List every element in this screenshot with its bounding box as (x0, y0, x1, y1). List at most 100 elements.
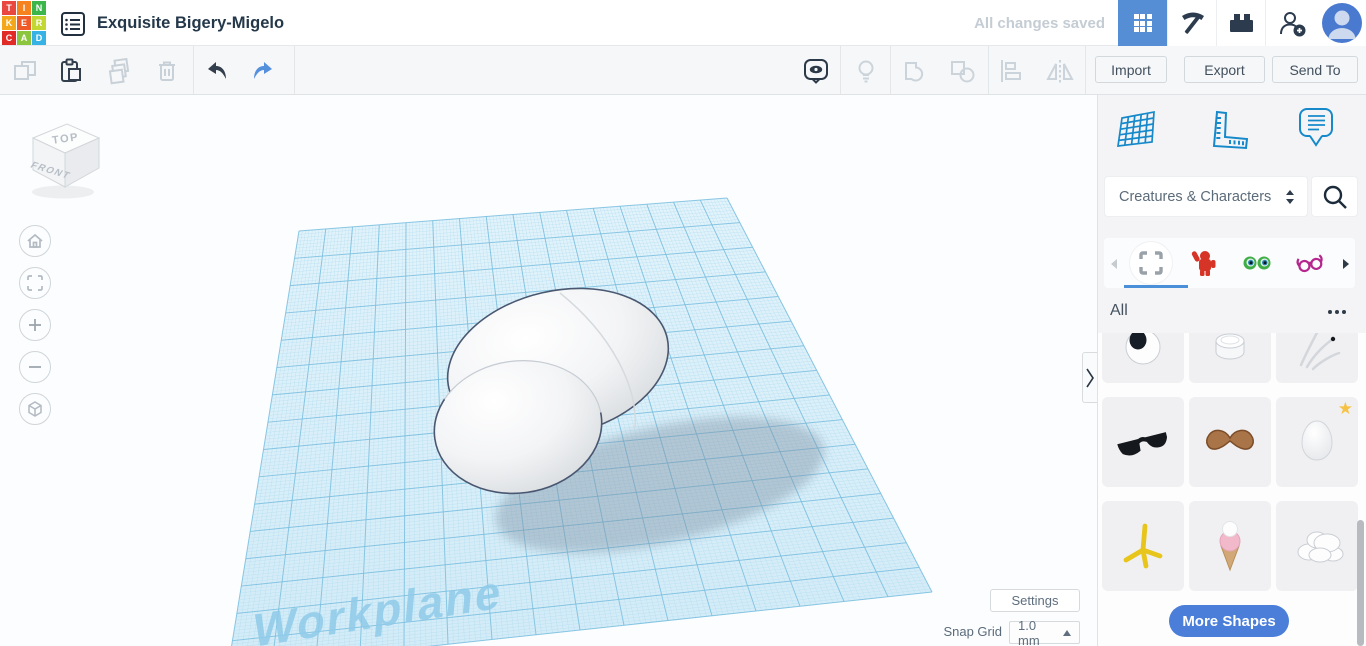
home-icon (27, 233, 43, 248)
snap-grid-select[interactable]: 1.0 mm (1009, 617, 1080, 646)
mirror-button[interactable] (1044, 56, 1074, 86)
all-shapes-icon (1139, 251, 1163, 275)
ruler-icon (1212, 110, 1249, 150)
category-carousel (1104, 238, 1355, 288)
import-button[interactable]: Import (1095, 56, 1167, 83)
shape-tile-ice-cream[interactable] (1189, 501, 1271, 591)
more-shapes-button[interactable]: More Shapes (1169, 605, 1289, 637)
undo-button[interactable] (202, 56, 232, 86)
invite-collaborator-button[interactable] (1265, 0, 1318, 46)
show-all-button[interactable] (800, 56, 830, 86)
redo-icon (254, 62, 272, 79)
undo-icon (208, 62, 226, 79)
redo-button[interactable] (248, 56, 278, 86)
zoom-in-button[interactable] (19, 309, 51, 341)
design-properties-button[interactable] (57, 8, 89, 39)
fit-view-button[interactable] (19, 267, 51, 299)
search-icon (1323, 185, 1347, 209)
group-button[interactable] (899, 56, 929, 86)
search-button[interactable] (1311, 176, 1358, 217)
carousel-next-button[interactable] (1342, 257, 1350, 275)
design-properties-icon (61, 11, 85, 36)
align-button[interactable] (996, 56, 1026, 86)
toolbar-divider (890, 46, 891, 94)
settings-button[interactable]: Settings (990, 589, 1080, 612)
toolbar-divider (840, 46, 841, 94)
shape-tile-egg[interactable]: ★ (1276, 397, 1358, 487)
category-glasses[interactable] (1289, 242, 1331, 284)
minecraft-export-button[interactable] (1167, 0, 1216, 46)
view-cube[interactable]: TOP FRONT (25, 112, 107, 202)
delete-button[interactable] (152, 56, 182, 86)
chevron-up-icon (1063, 629, 1071, 636)
paste-icon (61, 58, 81, 82)
toolbar-divider (294, 46, 295, 94)
shape-tile-chicken-feet[interactable] (1102, 501, 1184, 591)
chevron-right-icon (1086, 368, 1094, 387)
logo-cell: N (32, 1, 46, 15)
shapes-scroll-area[interactable]: ★ More Shapes (1098, 333, 1366, 646)
tinkercad-app: TIN KER CAD Exquisite Bigery-Migelo All ch… (0, 0, 1366, 646)
home-view-button[interactable] (19, 225, 51, 257)
ungroup-button[interactable] (947, 56, 977, 86)
lego-brick-icon (1230, 14, 1253, 32)
save-status: All changes saved (974, 14, 1105, 32)
hide-button[interactable] (851, 56, 881, 86)
snap-grid-value: 1.0 mm (1018, 617, 1040, 646)
orthographic-view-icon (28, 401, 42, 417)
pickaxe-icon (1182, 12, 1204, 34)
panel-scrollbar[interactable] (1357, 520, 1364, 646)
scene-3d[interactable]: Workplane (0, 95, 1097, 646)
shape-tile-moustache[interactable] (1189, 397, 1271, 487)
show-all-icon (804, 59, 828, 84)
section-options-button[interactable] (1324, 306, 1350, 318)
group-icon (905, 62, 924, 82)
user-avatar[interactable] (1318, 0, 1366, 46)
shape-tile-cotton-ball[interactable] (1276, 501, 1358, 591)
eyeball-icon (1125, 333, 1161, 365)
category-dropdown[interactable]: Creatures & Characters (1104, 176, 1308, 217)
header: TIN KER CAD Exquisite Bigery-Migelo All ch… (0, 0, 1366, 46)
lightbulb-icon (858, 60, 874, 83)
tinkercad-logo[interactable]: TIN KER CAD (2, 1, 46, 45)
sunglasses-icon (1117, 432, 1168, 456)
toolbar-divider (193, 46, 194, 94)
moustache-icon (1206, 429, 1254, 450)
duplicate-button[interactable] (105, 56, 135, 86)
viewport-3d[interactable]: Workplane TOP FRONT Settings Snap Grid 1… (0, 95, 1097, 646)
shape-tile-sunglasses[interactable] (1102, 397, 1184, 487)
googly-eyes-icon (1243, 256, 1271, 270)
shape-tile-tooth[interactable] (1189, 333, 1271, 383)
character-icon (1191, 251, 1216, 276)
whiskers-icon (1299, 333, 1341, 371)
export-button[interactable]: Export (1184, 56, 1265, 83)
zoom-out-button[interactable] (19, 351, 51, 383)
brick-export-button[interactable] (1216, 0, 1265, 46)
copy-icon (14, 61, 36, 80)
sort-arrows-icon (1286, 189, 1294, 204)
duplicate-icon (108, 57, 130, 85)
design-title[interactable]: Exquisite Bigery-Migelo (97, 0, 284, 46)
send-to-button[interactable]: Send To (1272, 56, 1358, 83)
perspective-toggle-button[interactable] (19, 393, 51, 425)
panel-collapse-handle[interactable] (1082, 352, 1097, 403)
copy-button[interactable] (10, 56, 40, 86)
category-googly-eyes[interactable] (1236, 242, 1278, 284)
toolbar-divider (1085, 46, 1086, 94)
logo-cell: A (17, 31, 31, 45)
logo-cell: R (32, 16, 46, 30)
ruler-tool-button[interactable] (1205, 107, 1251, 160)
paste-button[interactable] (55, 56, 85, 86)
ice-cream-icon (1219, 521, 1241, 572)
category-character[interactable] (1183, 242, 1225, 284)
logo-cell: K (2, 16, 16, 30)
notes-tool-button[interactable] (1295, 104, 1339, 157)
category-all-shapes[interactable] (1130, 242, 1172, 284)
carousel-prev-button[interactable] (1110, 257, 1118, 275)
shape-tile-eyeball[interactable] (1102, 333, 1184, 383)
shape-tile-whiskers[interactable] (1276, 333, 1358, 383)
workplane-tool-button[interactable] (1115, 106, 1159, 161)
chicken-feet-icon (1123, 523, 1163, 569)
blocks-view-button[interactable] (1118, 0, 1167, 46)
fit-view-icon (27, 275, 43, 291)
